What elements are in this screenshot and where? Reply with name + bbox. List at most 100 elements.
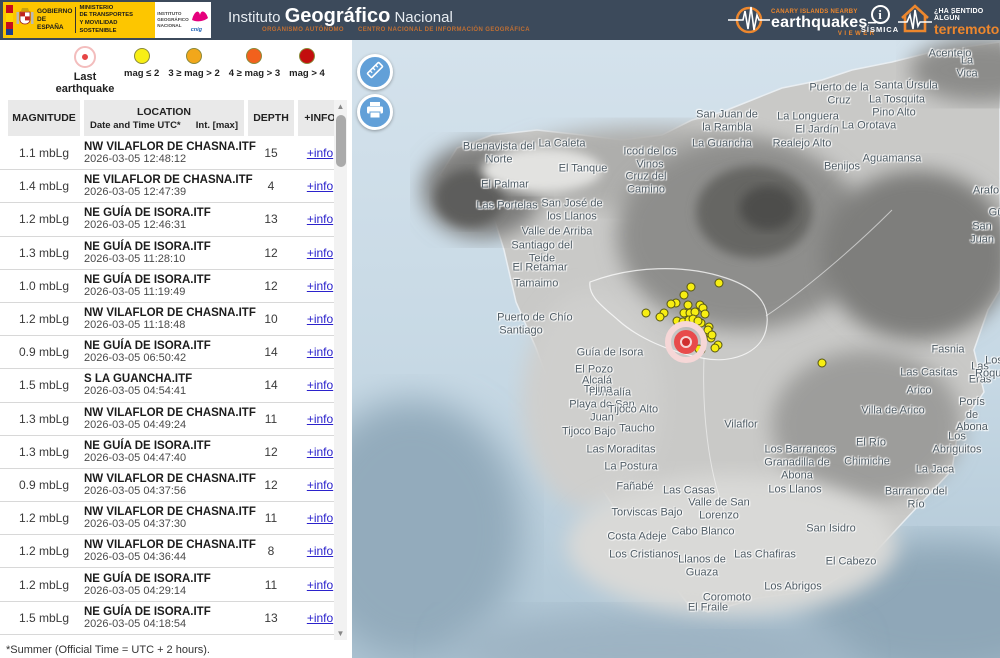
table-row: 1.2 mbLgNW VILAFLOR DE CHASNA.ITF2026-03… bbox=[0, 502, 334, 535]
cell-magnitude: 1.1 mbLg bbox=[8, 146, 80, 160]
cell-magnitude: 1.5 mbLg bbox=[8, 611, 80, 625]
earthquake-marker[interactable] bbox=[642, 309, 651, 318]
cnig-label: cnig bbox=[191, 27, 209, 33]
cell-depth: 13 bbox=[248, 212, 294, 226]
info-link[interactable]: +info bbox=[307, 179, 333, 193]
earthquake-rows: 1.1 mbLgNW VILAFLOR DE CHASNA.ITF2026-03… bbox=[0, 137, 334, 635]
table-row: 1.2 mbLg NW VILAFLOR DE CHASNA.ITF2026-03… bbox=[0, 303, 334, 336]
earthquake-marker[interactable] bbox=[687, 283, 696, 292]
location-datetime: 2026-03-05 04:36:44 bbox=[84, 551, 244, 563]
table-row: 1.5 mbLg NE GUÍA DE ISORA.ITF2026-03-05 0… bbox=[0, 602, 334, 635]
ministerio-text: MINISTERIO DE TRANSPORTES Y MOVILIDAD SO… bbox=[79, 5, 152, 35]
earthquake-marker[interactable] bbox=[667, 300, 676, 309]
magnitude-dot-icon bbox=[299, 48, 315, 64]
info-link[interactable]: +info bbox=[307, 544, 333, 558]
spain-eu-flag-icon bbox=[6, 5, 13, 35]
earthquake-marker[interactable] bbox=[708, 331, 717, 340]
info-link[interactable]: +info bbox=[307, 146, 333, 160]
table-row: 1.2 mbLg NE GUÍA DE ISORA.ITF2026-03-05 1… bbox=[0, 203, 334, 236]
cell-location: NE GUÍA DE ISORA.ITF2026-03-05 12:46:31 bbox=[84, 207, 244, 231]
location-name: NE GUÍA DE ISORA.ITF bbox=[84, 573, 244, 585]
location-name: S LA GUANCHA.ITF bbox=[84, 373, 244, 385]
divider bbox=[75, 7, 76, 33]
cell-depth: 13 bbox=[248, 611, 294, 625]
cell-magnitude: 1.2 mbLg bbox=[8, 312, 80, 326]
location-datetime: 2026-03-05 04:47:40 bbox=[84, 452, 244, 464]
earthquake-marker[interactable] bbox=[656, 313, 665, 322]
magnitude-dot-icon bbox=[186, 48, 202, 64]
header-bar: GOBIERNO DE ESPAÑA MINISTERIO DE TRANSPO… bbox=[0, 0, 1000, 40]
cell-location: NW VILAFLOR DE CHASNA.ITF2026-03-05 04:3… bbox=[84, 539, 244, 563]
cell-magnitude: 1.2 mbLg bbox=[8, 578, 80, 592]
cell-depth: 15 bbox=[248, 146, 294, 160]
cell-location: NE GUÍA DE ISORA.ITF2026-03-05 11:28:10 bbox=[84, 241, 244, 265]
cell-magnitude: 1.2 mbLg bbox=[8, 212, 80, 226]
cell-location: NW VILAFLOR DE CHASNA.ITF2026-03-05 11:1… bbox=[84, 307, 244, 331]
map-canvas[interactable]: Buenavista del NorteLa CaletaEl TanqueIc… bbox=[352, 40, 1000, 658]
earthquake-marker[interactable] bbox=[701, 310, 710, 319]
info-link[interactable]: +info bbox=[307, 611, 333, 625]
utc-footnote: *Summer (Official Time = UTC + 2 hours). bbox=[6, 644, 210, 656]
earthquakes-viewer-logo[interactable]: CANARY ISLANDS NEARBY earthquakes– VIEWE… bbox=[728, 3, 877, 42]
info-link[interactable]: +info bbox=[307, 445, 333, 459]
location-datetime: 2026-03-05 04:18:54 bbox=[84, 618, 244, 630]
table-scrollbar[interactable]: ▲ ▼ bbox=[334, 100, 347, 640]
info-link[interactable]: +info bbox=[307, 246, 333, 260]
scroll-up-icon[interactable]: ▲ bbox=[334, 100, 347, 113]
info-link[interactable]: +info bbox=[307, 412, 333, 426]
info-link[interactable]: +info bbox=[307, 511, 333, 525]
cell-location: NW VILAFLOR DE CHASNA.ITF2026-03-05 12:4… bbox=[84, 141, 244, 165]
earthquake-marker[interactable] bbox=[715, 279, 724, 288]
location-name: NE GUÍA DE ISORA.ITF bbox=[84, 606, 244, 618]
last-earthquake-marker[interactable] bbox=[665, 321, 707, 363]
info-link[interactable]: +info bbox=[307, 345, 333, 359]
location-datetime: 2026-03-05 04:37:56 bbox=[84, 485, 244, 497]
sismica-info[interactable]: i SÍSMICA bbox=[858, 5, 902, 34]
terremoto-line2: terremoto? bbox=[934, 22, 1000, 36]
table-row: 1.2 mbLg NE GUÍA DE ISORA.ITF2026-03-05 0… bbox=[0, 568, 334, 601]
location-name: NE GUÍA DE ISORA.ITF bbox=[84, 340, 244, 352]
last-earthquake-icon bbox=[74, 46, 96, 68]
measure-button[interactable] bbox=[357, 54, 393, 90]
info-link[interactable]: +info bbox=[307, 578, 333, 592]
info-link[interactable]: +info bbox=[307, 312, 333, 326]
info-link[interactable]: +info bbox=[307, 279, 333, 293]
location-datetime: 2026-03-05 11:28:10 bbox=[84, 253, 244, 265]
info-link[interactable]: +info bbox=[307, 378, 333, 392]
table-row: 0.9 mbLgNW VILAFLOR DE CHASNA.ITF2026-03… bbox=[0, 469, 334, 502]
location-name: NW VILAFLOR DE CHASNA.ITF bbox=[84, 141, 244, 153]
location-datetime: 2026-03-05 11:19:49 bbox=[84, 286, 244, 298]
earthquake-marker[interactable] bbox=[680, 291, 689, 300]
earthquake-marker[interactable] bbox=[711, 344, 720, 353]
legend-class-item: 3 ≥ mag > 2 bbox=[168, 48, 219, 79]
legend-class-label: mag ≤ 2 bbox=[124, 68, 159, 79]
legend-class-item: 4 ≥ mag > 3 bbox=[229, 48, 280, 79]
earthquake-marker[interactable] bbox=[818, 359, 827, 368]
cell-depth: 14 bbox=[248, 345, 294, 359]
cell-location: NE GUÍA DE ISORA.ITF2026-03-05 04:29:14 bbox=[84, 573, 244, 597]
location-datetime: 2026-03-05 11:18:48 bbox=[84, 319, 244, 331]
scroll-down-icon[interactable]: ▼ bbox=[334, 627, 347, 640]
magnitude-dot-icon bbox=[246, 48, 262, 64]
cell-magnitude: 1.3 mbLg bbox=[8, 412, 80, 426]
table-row: 1.0 mbLgNE GUÍA DE ISORA.ITF2026-03-05 1… bbox=[0, 270, 334, 303]
cell-location: NE GUÍA DE ISORA.ITF2026-03-05 11:19:49 bbox=[84, 274, 244, 298]
col-location: LOCATION Date and Time UTC* Int. [max] bbox=[84, 100, 244, 136]
terremoto-logo[interactable]: ¿HA SENTIDO ALGÚN terremoto? bbox=[898, 2, 1000, 41]
ign-cnig-logo[interactable]: INSTITUTO GEOGRÁFICO NACIONAL cnig bbox=[155, 2, 211, 38]
cell-location: NE GUÍA DE ISORA.ITF2026-03-05 06:50:42 bbox=[84, 340, 244, 364]
cell-depth: 12 bbox=[248, 478, 294, 492]
gobierno-text: GOBIERNO DE ESPAÑA bbox=[37, 8, 72, 32]
cell-depth: 12 bbox=[248, 279, 294, 293]
info-link[interactable]: +info bbox=[307, 212, 333, 226]
house-seismogram-icon bbox=[898, 2, 932, 41]
scrollbar-thumb[interactable] bbox=[336, 115, 346, 167]
print-button[interactable] bbox=[357, 94, 393, 130]
location-datetime: 2026-03-05 06:50:42 bbox=[84, 352, 244, 364]
location-name: NW VILAFLOR DE CHASNA.ITF bbox=[84, 407, 244, 419]
info-link[interactable]: +info bbox=[307, 478, 333, 492]
cell-location: NE GUÍA DE ISORA.ITF2026-03-05 04:47:40 bbox=[84, 440, 244, 464]
cell-location: S LA GUANCHA.ITF2026-03-05 04:54:41 bbox=[84, 373, 244, 397]
gobierno-logo[interactable]: GOBIERNO DE ESPAÑA MINISTERIO DE TRANSPO… bbox=[3, 2, 155, 38]
cell-depth: 14 bbox=[248, 378, 294, 392]
